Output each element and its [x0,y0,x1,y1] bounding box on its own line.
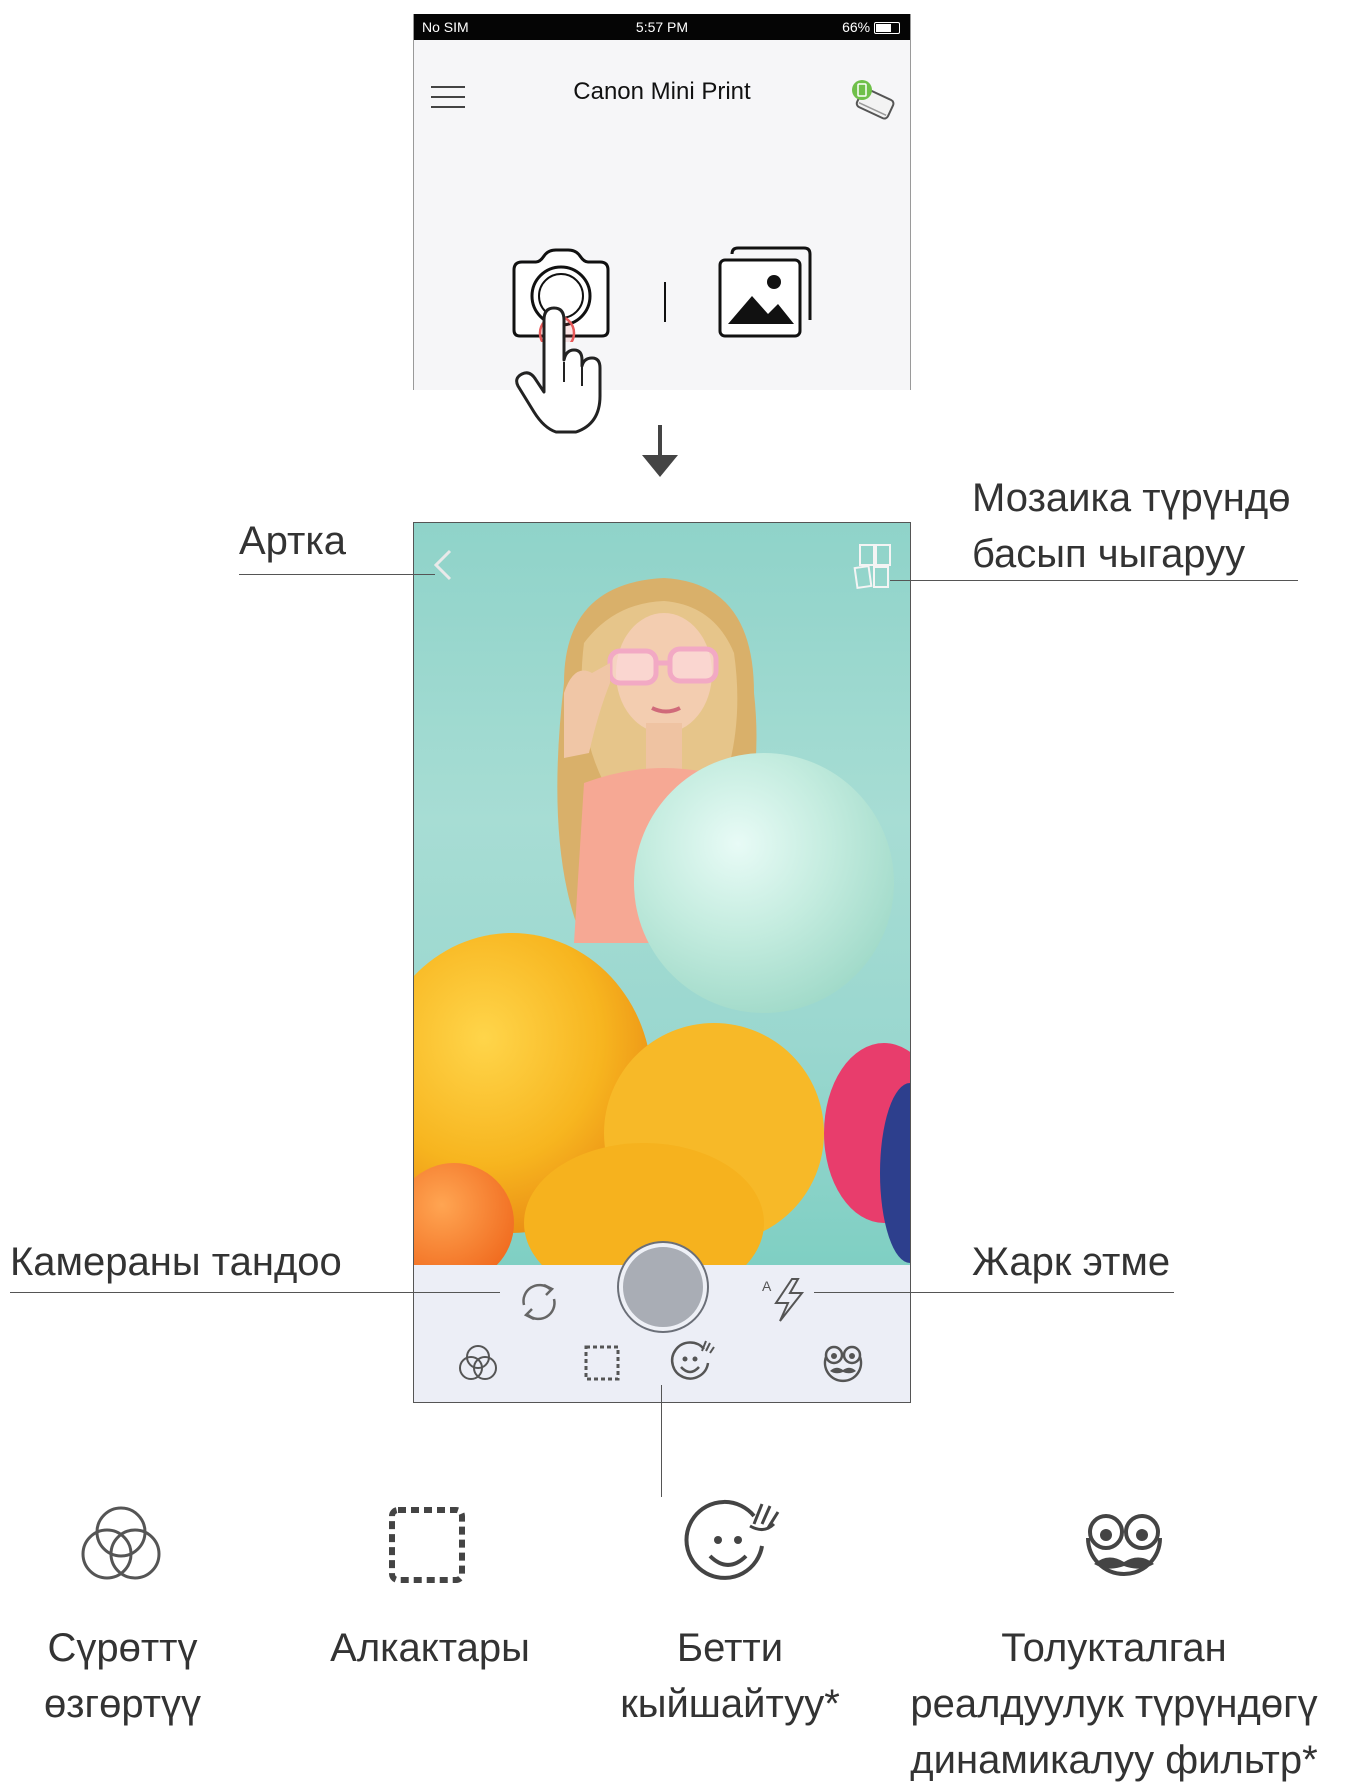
feature-filters-label: Сүрөттү өзгөртүү [0,1620,245,1732]
feature-frames-label: Алкактары [310,1620,550,1676]
feature-label-line: динамикалуу фильтр* [910,1738,1318,1782]
callout-mosaic-line1: Мозаика түрүндө [972,476,1291,520]
filters-icon[interactable] [454,1339,502,1392]
shutter-button[interactable] [619,1243,707,1331]
switch-camera-icon[interactable] [514,1277,564,1332]
face-warp-icon[interactable] [666,1337,716,1392]
back-icon[interactable] [428,545,458,590]
callout-back-line [239,574,435,575]
feature-label-line: Сүрөттү [47,1626,198,1670]
app-title: Canon Mini Print [573,78,751,105]
camera-preview-photo [414,523,910,1265]
battery-percent: 66% [842,19,871,35]
feature-label-line: Бетти [676,1626,784,1670]
battery-icon [874,22,900,35]
feature-label-line: Алкактары [330,1626,530,1670]
callout-flash-label: Жарк этме [972,1240,1171,1284]
frames-icon[interactable] [580,1341,624,1390]
down-arrow-icon [642,425,678,484]
callout-camera-select-label: Камераны тандоо [10,1240,342,1284]
printer-status-icon[interactable] [848,76,898,127]
callout-mosaic-line2: басып чыгаруу [972,532,1246,576]
face-warp-icon [684,1498,784,1597]
divider [664,282,666,322]
svg-text:A: A [762,1278,772,1294]
feature-label-line: реалдуулук түрүндөгү [910,1682,1318,1726]
feature-label-line: өзгөртүү [43,1682,202,1726]
feature-label-line: кыйшайтуу* [620,1682,840,1726]
feature-label-line: Толукталган [1001,1626,1227,1670]
gallery-icon[interactable] [714,242,814,347]
status-time: 5:57 PM [635,19,689,35]
mosaic-print-icon[interactable] [850,543,894,598]
callout-camera-select-line [10,1292,500,1293]
features-connector-line [661,1385,662,1497]
pointing-hand-icon [510,300,610,445]
battery-status: 66% [842,14,900,40]
status-bar: No SIM 5:57 PM 66% [414,14,910,40]
callout-flash-line [814,1292,1174,1293]
feature-ar-filter-label: Толукталган реалдуулук түрүндөгү динамик… [880,1620,1348,1788]
callout-back-label: Артка [239,519,346,563]
flash-auto-icon[interactable]: A [762,1275,808,1330]
camera-screen: A [413,522,911,1403]
callout-mosaic-line [890,580,1298,581]
ar-filter-icon[interactable] [818,1337,868,1392]
home-screen: No SIM 5:57 PM 66% Canon Mini Print [413,14,911,390]
feature-face-warp-label: Бетти кыйшайтуу* [600,1620,860,1732]
ar-filter-icon [1074,1498,1174,1597]
filters-icon [76,1500,166,1595]
frames-icon [382,1500,472,1595]
